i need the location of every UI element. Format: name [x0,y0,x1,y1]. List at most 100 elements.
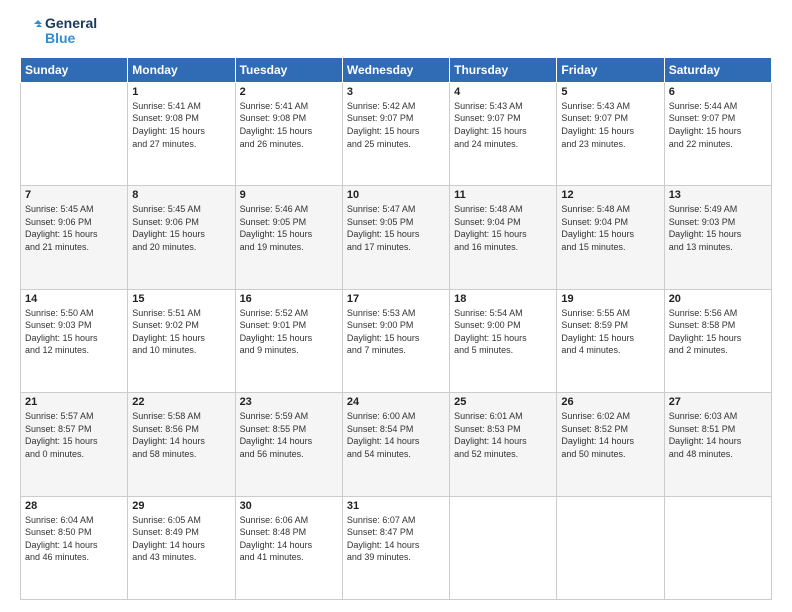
header: General Blue [20,16,772,47]
logo: General Blue [20,16,97,47]
day-number: 19 [561,293,659,305]
week-row-0: 1 Sunrise: 5:41 AM Sunset: 9:08 PM Daylig… [21,82,772,185]
day-info: Sunrise: 5:45 AM Sunset: 9:06 PM Dayligh… [25,203,123,253]
day-cell: 4 Sunrise: 5:43 AM Sunset: 9:07 PM Daylig… [450,82,557,185]
day-info: Sunrise: 5:42 AM Sunset: 9:07 PM Dayligh… [347,100,445,150]
day-cell: 18Sunrise: 5:54 AM Sunset: 9:00 PM Dayli… [450,289,557,392]
day-info: Sunrise: 5:53 AM Sunset: 9:00 PM Dayligh… [347,307,445,357]
day-cell: 23 Sunrise: 5:59 AM Sunset: 8:55 PM Dayli… [235,393,342,496]
day-cell: 11 Sunrise: 5:48 AM Sunset: 9:04 PM Dayli… [450,186,557,289]
day-info: Sunrise: 5:47 AM Sunset: 9:05 PM Dayligh… [347,203,445,253]
day-number: 25 [454,396,552,408]
day-number: 4 [454,86,552,98]
day-number: 16 [240,293,338,305]
day-info: Sunrise: 6:06 AM Sunset: 8:48 PM Dayligh… [240,514,338,564]
day-number: 21 [25,396,123,408]
day-info: Sunrise: 5:43 AM Sunset: 9:07 PM Dayligh… [561,100,659,150]
day-info: Sunrise: 5:52 AM Sunset: 9:01 PM Dayligh… [240,307,338,357]
calendar-table: SundayMondayTuesdayWednesdayThursdayFrid… [20,57,772,600]
logo-blue: Blue [45,31,97,46]
calendar-body: 1 Sunrise: 5:41 AM Sunset: 9:08 PM Daylig… [21,82,772,599]
day-cell: 2 Sunrise: 5:41 AM Sunset: 9:08 PM Daylig… [235,82,342,185]
day-cell: 6 Sunrise: 5:44 AM Sunset: 9:07 PM Daylig… [664,82,771,185]
day-number: 13 [669,189,767,201]
day-number: 6 [669,86,767,98]
day-info: Sunrise: 5:57 AM Sunset: 8:57 PM Dayligh… [25,410,123,460]
day-cell: 22 Sunrise: 5:58 AM Sunset: 8:56 PM Dayli… [128,393,235,496]
day-info: Sunrise: 5:48 AM Sunset: 9:04 PM Dayligh… [561,203,659,253]
day-info: Sunrise: 5:51 AM Sunset: 9:02 PM Dayligh… [132,307,230,357]
header-cell-friday: Friday [557,57,664,82]
day-number: 10 [347,189,445,201]
day-info: Sunrise: 5:55 AM Sunset: 8:59 PM Dayligh… [561,307,659,357]
day-info: Sunrise: 5:59 AM Sunset: 8:55 PM Dayligh… [240,410,338,460]
day-cell: 27 Sunrise: 6:03 AM Sunset: 8:51 PM Dayli… [664,393,771,496]
day-number: 9 [240,189,338,201]
day-cell: 21 Sunrise: 5:57 AM Sunset: 8:57 PM Dayli… [21,393,128,496]
day-info: Sunrise: 5:43 AM Sunset: 9:07 PM Dayligh… [454,100,552,150]
day-cell: 29Sunrise: 6:05 AM Sunset: 8:49 PM Dayli… [128,496,235,599]
day-info: Sunrise: 6:02 AM Sunset: 8:52 PM Dayligh… [561,410,659,460]
day-cell: 1Sunrise: 5:41 AM Sunset: 9:08 PM Daylig… [128,82,235,185]
day-number: 26 [561,396,659,408]
week-row-1: 7 Sunrise: 5:45 AM Sunset: 9:06 PM Daylig… [21,186,772,289]
day-info: Sunrise: 5:56 AM Sunset: 8:58 PM Dayligh… [669,307,767,357]
day-cell: 10 Sunrise: 5:47 AM Sunset: 9:05 PM Dayli… [342,186,449,289]
day-number: 27 [669,396,767,408]
week-row-3: 21 Sunrise: 5:57 AM Sunset: 8:57 PM Dayli… [21,393,772,496]
day-number: 5 [561,86,659,98]
day-number: 2 [240,86,338,98]
day-number: 1 [132,86,230,98]
header-cell-wednesday: Wednesday [342,57,449,82]
page: General Blue SundayMondayTuesdayWednesda… [0,0,792,612]
day-info: Sunrise: 6:03 AM Sunset: 8:51 PM Dayligh… [669,410,767,460]
day-number: 23 [240,396,338,408]
day-number: 11 [454,189,552,201]
header-cell-thursday: Thursday [450,57,557,82]
day-cell [664,496,771,599]
day-cell: 3 Sunrise: 5:42 AM Sunset: 9:07 PM Daylig… [342,82,449,185]
day-info: Sunrise: 5:44 AM Sunset: 9:07 PM Dayligh… [669,100,767,150]
calendar-header: SundayMondayTuesdayWednesdayThursdayFrid… [21,57,772,82]
day-cell: 28Sunrise: 6:04 AM Sunset: 8:50 PM Dayli… [21,496,128,599]
day-info: Sunrise: 5:41 AM Sunset: 9:08 PM Dayligh… [240,100,338,150]
week-row-4: 28Sunrise: 6:04 AM Sunset: 8:50 PM Dayli… [21,496,772,599]
day-cell: 31 Sunrise: 6:07 AM Sunset: 8:47 PM Dayli… [342,496,449,599]
day-cell: 19 Sunrise: 5:55 AM Sunset: 8:59 PM Dayli… [557,289,664,392]
header-row: SundayMondayTuesdayWednesdayThursdayFrid… [21,57,772,82]
day-info: Sunrise: 5:46 AM Sunset: 9:05 PM Dayligh… [240,203,338,253]
day-info: Sunrise: 6:07 AM Sunset: 8:47 PM Dayligh… [347,514,445,564]
day-number: 17 [347,293,445,305]
day-info: Sunrise: 6:04 AM Sunset: 8:50 PM Dayligh… [25,514,123,564]
day-cell: 16 Sunrise: 5:52 AM Sunset: 9:01 PM Dayli… [235,289,342,392]
header-cell-tuesday: Tuesday [235,57,342,82]
day-number: 24 [347,396,445,408]
day-info: Sunrise: 6:00 AM Sunset: 8:54 PM Dayligh… [347,410,445,460]
day-cell: 17 Sunrise: 5:53 AM Sunset: 9:00 PM Dayli… [342,289,449,392]
logo-bird-icon [20,20,42,42]
header-cell-monday: Monday [128,57,235,82]
header-cell-saturday: Saturday [664,57,771,82]
day-info: Sunrise: 5:48 AM Sunset: 9:04 PM Dayligh… [454,203,552,253]
day-number: 22 [132,396,230,408]
day-number: 15 [132,293,230,305]
logo-general: General [45,16,97,31]
day-cell: 20Sunrise: 5:56 AM Sunset: 8:58 PM Dayli… [664,289,771,392]
day-cell: 12 Sunrise: 5:48 AM Sunset: 9:04 PM Dayli… [557,186,664,289]
day-cell: 9 Sunrise: 5:46 AM Sunset: 9:05 PM Daylig… [235,186,342,289]
day-number: 3 [347,86,445,98]
day-info: Sunrise: 5:58 AM Sunset: 8:56 PM Dayligh… [132,410,230,460]
day-number: 7 [25,189,123,201]
day-info: Sunrise: 6:01 AM Sunset: 8:53 PM Dayligh… [454,410,552,460]
day-info: Sunrise: 5:50 AM Sunset: 9:03 PM Dayligh… [25,307,123,357]
day-cell: 5 Sunrise: 5:43 AM Sunset: 9:07 PM Daylig… [557,82,664,185]
day-cell: 24 Sunrise: 6:00 AM Sunset: 8:54 PM Dayli… [342,393,449,496]
day-number: 12 [561,189,659,201]
day-cell: 13Sunrise: 5:49 AM Sunset: 9:03 PM Dayli… [664,186,771,289]
day-cell: 8Sunrise: 5:45 AM Sunset: 9:06 PM Daylig… [128,186,235,289]
day-number: 14 [25,293,123,305]
day-info: Sunrise: 5:54 AM Sunset: 9:00 PM Dayligh… [454,307,552,357]
day-cell: 26 Sunrise: 6:02 AM Sunset: 8:52 PM Dayli… [557,393,664,496]
day-number: 31 [347,500,445,512]
day-cell: 25 Sunrise: 6:01 AM Sunset: 8:53 PM Dayli… [450,393,557,496]
